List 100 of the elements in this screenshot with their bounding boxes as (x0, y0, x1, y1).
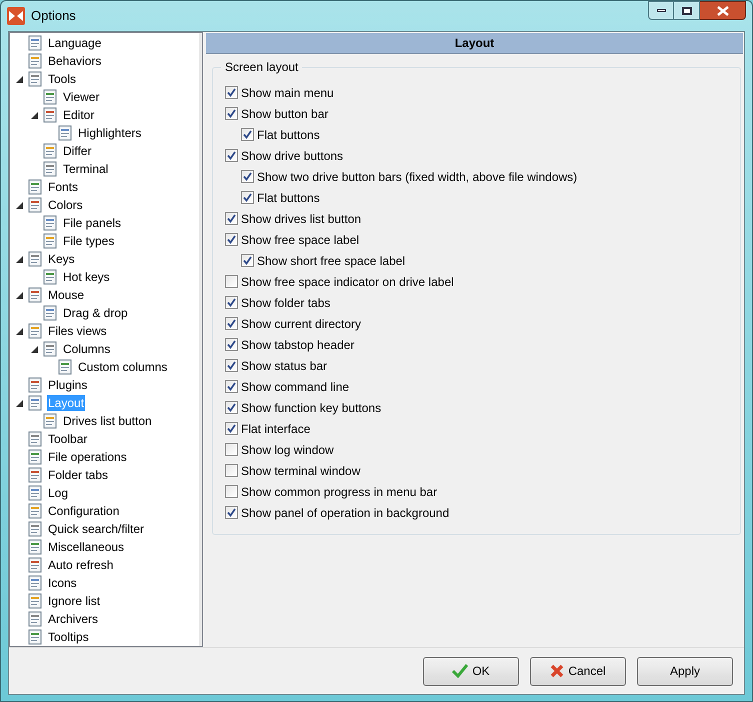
checkbox[interactable] (225, 86, 238, 99)
tree-item[interactable]: Files views (47, 323, 108, 339)
page-icon (27, 557, 43, 573)
checkbox-label: Show tabstop header (241, 336, 354, 354)
page-icon (27, 251, 43, 267)
checkbox[interactable] (225, 233, 238, 246)
dialog-button[interactable]: Apply (637, 656, 733, 686)
checkbox[interactable] (241, 191, 254, 204)
tree-item[interactable]: Differ (62, 143, 92, 159)
tree-item[interactable]: Columns (62, 341, 112, 357)
page-icon (42, 341, 58, 357)
page-icon (42, 107, 58, 123)
page-icon (42, 215, 58, 231)
minimize-button[interactable] (648, 1, 674, 20)
close-button[interactable] (700, 1, 746, 20)
tree-item[interactable]: Language (47, 35, 102, 51)
expanded-arrow-icon[interactable] (14, 254, 25, 264)
checkbox[interactable] (225, 275, 238, 288)
expanded-arrow-icon[interactable] (14, 326, 25, 336)
page-icon (27, 323, 43, 339)
app-logo-icon (7, 7, 25, 25)
checkbox[interactable] (225, 464, 238, 477)
tree-item[interactable]: Icons (47, 575, 78, 591)
checkbox[interactable] (225, 443, 238, 456)
window-title: Options (31, 7, 76, 26)
page-icon (42, 305, 58, 321)
checkbox[interactable] (225, 422, 238, 435)
expanded-arrow-icon[interactable] (14, 74, 25, 84)
checkbox[interactable] (241, 170, 254, 183)
checkbox[interactable] (225, 359, 238, 372)
page-icon (27, 377, 43, 393)
tree-item[interactable]: Editor (62, 107, 96, 123)
tree-item[interactable]: Auto refresh (47, 557, 114, 573)
checkbox[interactable] (225, 506, 238, 519)
checkbox[interactable] (225, 212, 238, 225)
tree-item[interactable]: Behaviors (47, 53, 102, 69)
checkbox[interactable] (225, 296, 238, 309)
page-icon (27, 449, 43, 465)
dialog-button[interactable]: Cancel (530, 656, 626, 686)
tree-item[interactable]: Highlighters (77, 125, 142, 141)
checkbox[interactable] (225, 380, 238, 393)
tree-item[interactable]: Ignore list (47, 593, 102, 609)
tree-item[interactable]: Custom columns (77, 359, 168, 375)
checkbox[interactable] (225, 107, 238, 120)
checkbox-label: Show short free space label (257, 252, 406, 270)
tree-item[interactable]: Keys (47, 251, 76, 267)
checkbox-label: Show log window (241, 442, 334, 458)
checkbox[interactable] (225, 149, 238, 162)
dialog-button[interactable]: OK (423, 656, 519, 686)
tree-item[interactable]: Miscellaneous (47, 539, 126, 555)
expanded-arrow-icon[interactable] (14, 200, 25, 210)
page-icon (27, 503, 43, 519)
checkbox[interactable] (225, 317, 238, 330)
expanded-arrow-icon[interactable] (14, 290, 25, 300)
checkbox[interactable] (225, 338, 238, 351)
checkbox-label: Flat buttons (257, 190, 320, 206)
page-icon (27, 539, 43, 555)
checkbox-label: Show two drive button bars (fixed width, above file windows) (257, 168, 578, 186)
checkbox-label: Show function key buttons (241, 400, 382, 416)
tree-item[interactable]: Viewer (62, 89, 100, 105)
page-icon (42, 413, 58, 429)
tree-item[interactable]: Terminal (62, 161, 110, 177)
checkbox[interactable] (241, 254, 254, 267)
maximize-button[interactable] (674, 1, 700, 20)
checkbox-label: Show panel of operation in background (241, 504, 450, 522)
close-icon (716, 6, 728, 16)
checkbox-label: Show terminal window (241, 462, 360, 480)
checkbox-label: Flat interface (241, 420, 310, 438)
tree-item[interactable]: Log (47, 485, 70, 501)
page-icon (42, 143, 58, 159)
checkbox-label: Show common progress in menu bar (241, 484, 438, 500)
page-icon (57, 359, 73, 375)
tree-item[interactable]: File operations (47, 449, 128, 465)
tree-item[interactable]: Configuration (47, 503, 120, 519)
tree-item[interactable]: Plugins (47, 377, 88, 393)
page-icon (27, 179, 43, 195)
tree-item[interactable]: File types (62, 233, 116, 249)
tree-item[interactable]: Mouse (47, 287, 86, 303)
checkbox-label: Flat buttons (257, 126, 320, 144)
tree-item[interactable]: Fonts (47, 179, 80, 195)
tree-item[interactable]: Archivers (47, 611, 100, 627)
expanded-arrow-icon[interactable] (29, 110, 40, 120)
tree-item[interactable]: File panels (62, 215, 122, 231)
tree-item[interactable]: Folder tabs (47, 467, 110, 483)
page-icon (27, 71, 43, 87)
page-icon (27, 197, 43, 213)
tree-item[interactable]: Hot keys (62, 269, 111, 285)
tree-item[interactable]: Drives list button (62, 413, 153, 429)
tree-item[interactable]: Drag & drop (62, 305, 129, 321)
tree-item[interactable]: Tooltips (47, 629, 90, 645)
expanded-arrow-icon[interactable] (14, 398, 25, 408)
checkbox[interactable] (241, 128, 254, 141)
tree-item[interactable]: Toolbar (47, 431, 88, 447)
checkbox[interactable] (225, 485, 238, 498)
expanded-arrow-icon[interactable] (29, 344, 40, 354)
checkbox-label: Show free space label (241, 232, 360, 248)
checkbox[interactable] (225, 401, 238, 414)
tree-item[interactable]: Tools (47, 71, 78, 87)
tree-item[interactable]: Quick search/filter (47, 521, 146, 537)
tree-item[interactable]: Colors (47, 197, 84, 213)
